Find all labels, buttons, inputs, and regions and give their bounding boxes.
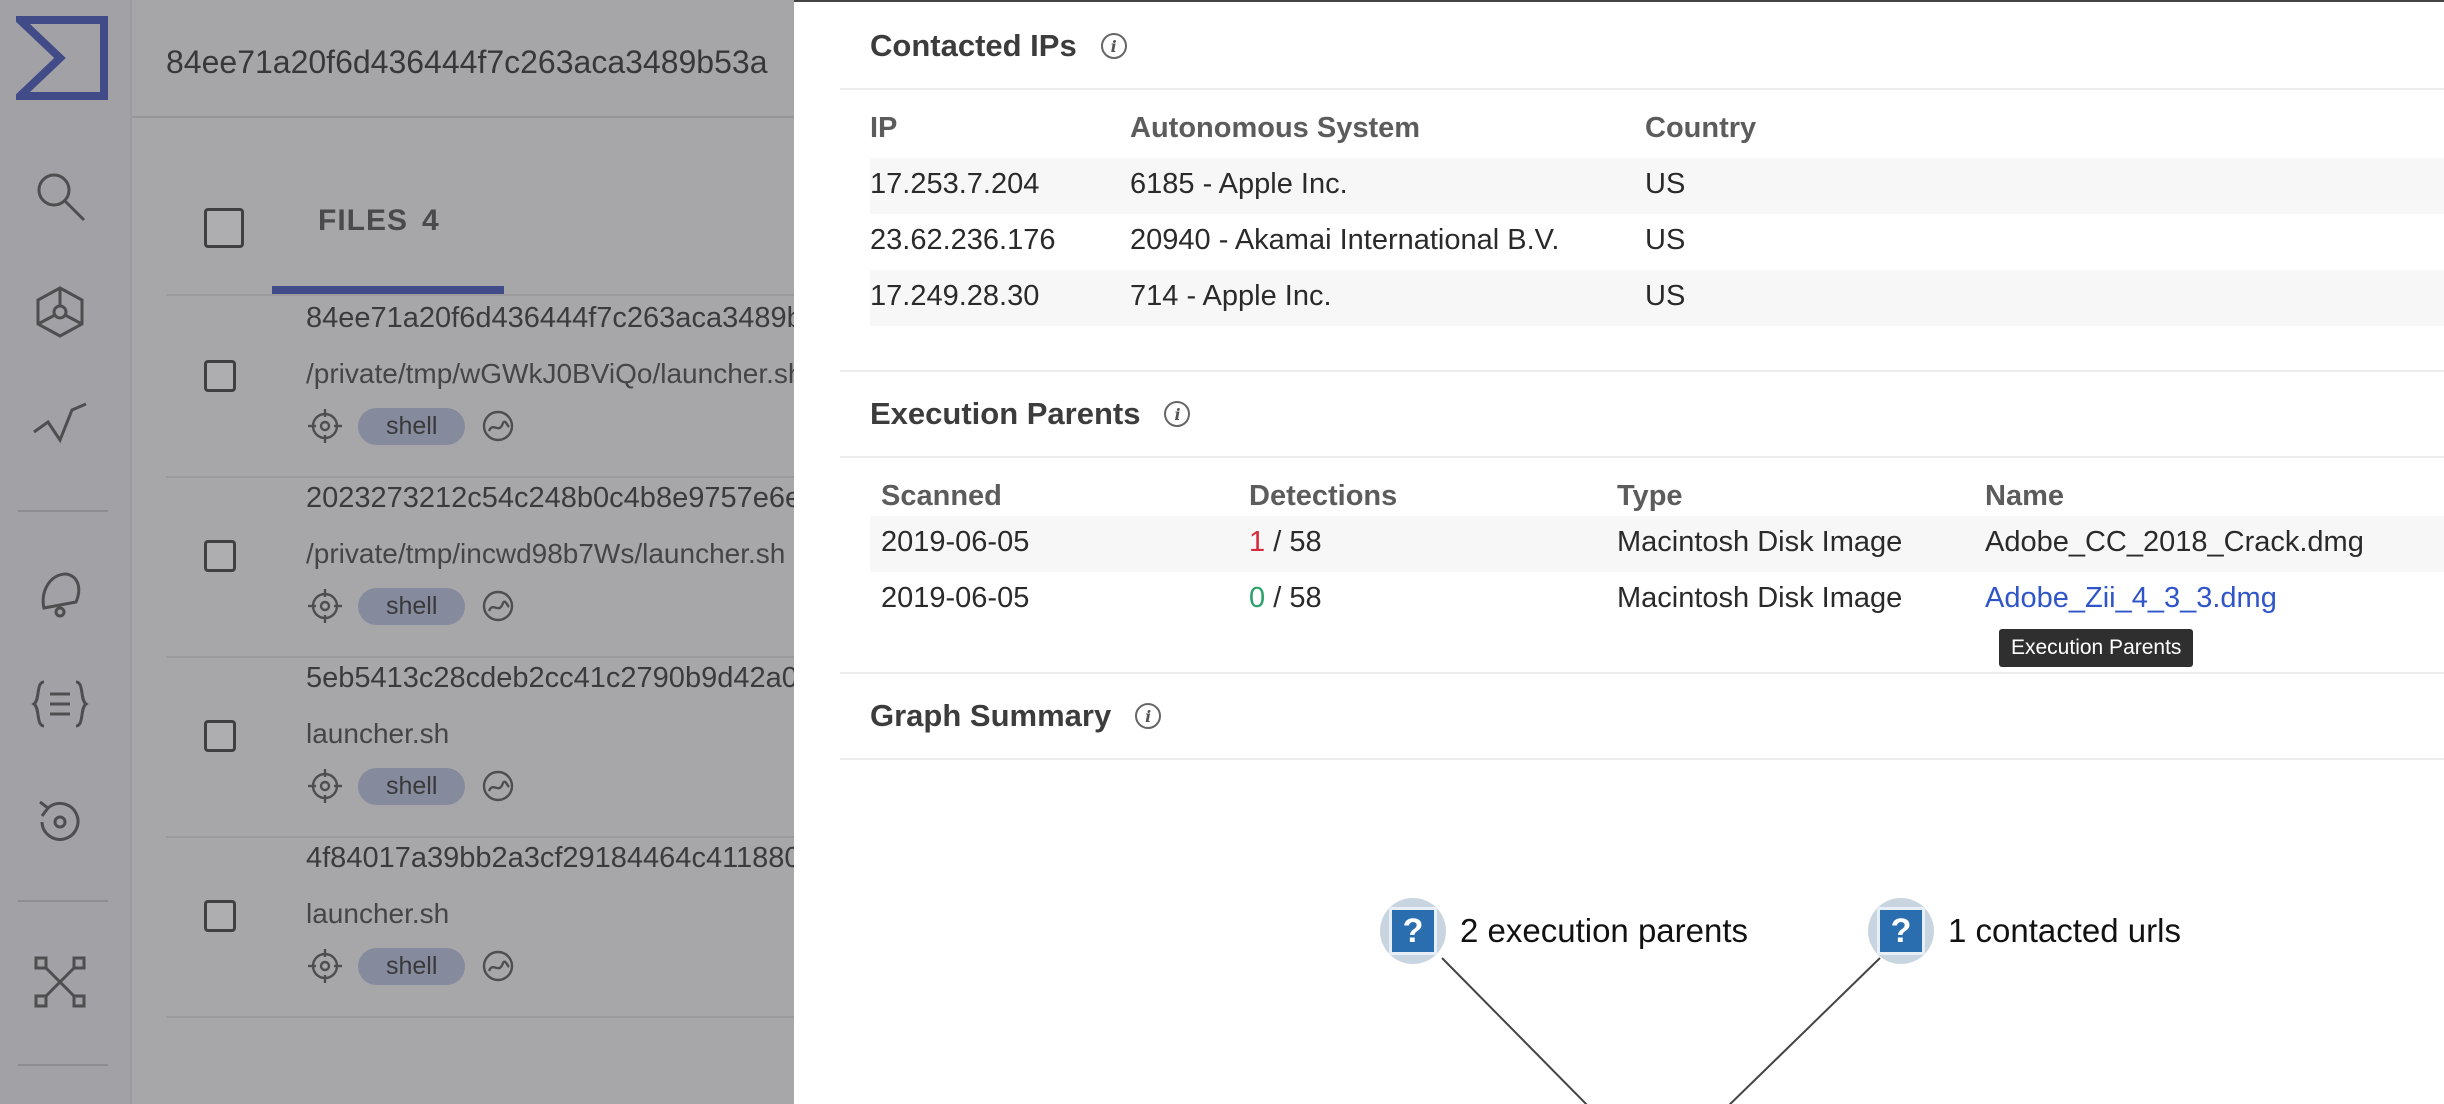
- detections-positive: 0: [1249, 582, 1266, 614]
- col-header-detections: Detections: [1249, 480, 1398, 512]
- divider: [840, 370, 2444, 372]
- type-cell: Macintosh Disk Image: [1617, 526, 1903, 558]
- modal-backdrop[interactable]: [0, 0, 794, 1104]
- name-link[interactable]: Adobe_Zii_4_3_3.dmg: [1985, 582, 2277, 615]
- ip-cell[interactable]: 17.249.28.30: [870, 280, 1039, 313]
- info-icon[interactable]: i: [1135, 703, 1162, 729]
- divider: [840, 672, 2444, 674]
- country-cell: US: [1645, 280, 1686, 312]
- info-icon[interactable]: i: [1164, 401, 1191, 427]
- divider: [840, 456, 2444, 458]
- col-header-as: Autonomous System: [1130, 112, 1421, 144]
- unknown-node-icon[interactable]: ?: [1380, 898, 1446, 964]
- ip-cell[interactable]: 17.253.7.204: [870, 168, 1039, 201]
- divider: [840, 758, 2444, 760]
- detections-total: / 58: [1273, 526, 1322, 558]
- as-cell: 714 - Apple Inc.: [1130, 280, 1332, 312]
- country-cell: US: [1645, 224, 1686, 256]
- table-row[interactable]: 2019-06-05 0 / 58 Macintosh Disk Image A…: [870, 572, 2444, 628]
- unknown-node-icon[interactable]: ?: [1868, 898, 1934, 964]
- section-title: Contacted IPs: [870, 28, 1077, 63]
- contacted-ips-header: Contacted IPs i: [870, 28, 1127, 64]
- col-header-country: Country: [1645, 112, 1757, 144]
- detections-cell: 0 / 58: [1249, 582, 1322, 615]
- detections-total: / 58: [1273, 582, 1322, 614]
- ip-cell[interactable]: 23.62.236.176: [870, 224, 1055, 257]
- type-cell: Macintosh Disk Image: [1617, 582, 1903, 614]
- col-header-name: Name: [1985, 480, 2064, 512]
- table-row[interactable]: 17.249.28.30 714 - Apple Inc. US: [870, 270, 2444, 326]
- graph-summary-header: Graph Summary i: [870, 698, 1162, 734]
- graph-node[interactable]: ? 1 contacted urls: [1868, 898, 2181, 964]
- table-row[interactable]: 2019-06-05 1 / 58 Macintosh Disk Image A…: [870, 516, 2444, 572]
- col-header-ip: IP: [870, 112, 898, 144]
- section-title: Graph Summary: [870, 698, 1112, 733]
- col-header-type: Type: [1617, 480, 1683, 512]
- table-row[interactable]: 17.253.7.204 6185 - Apple Inc. US: [870, 158, 2444, 214]
- graph-node-label: 1 contacted urls: [1948, 912, 2181, 949]
- name-cell[interactable]: Adobe_CC_2018_Crack.dmg: [1985, 526, 2364, 559]
- info-icon[interactable]: i: [1100, 33, 1127, 59]
- tooltip: Execution Parents: [1999, 629, 2194, 667]
- divider: [840, 88, 2444, 90]
- scanned-cell: 2019-06-05: [881, 526, 1030, 558]
- graph-node-label: 2 execution parents: [1460, 912, 1749, 949]
- as-cell: 6185 - Apple Inc.: [1130, 168, 1348, 200]
- scanned-cell: 2019-06-05: [881, 582, 1030, 614]
- section-title: Execution Parents: [870, 396, 1141, 431]
- detections-positive: 1: [1249, 526, 1266, 558]
- details-side-panel: Contacted IPs i IP Autonomous System Cou…: [794, 0, 2444, 1104]
- detections-cell: 1 / 58: [1249, 526, 1322, 559]
- execution-parents-header: Execution Parents i: [870, 396, 1191, 432]
- app-window: 84ee71a20f6d436444f7c263aca3489b53a FILE…: [0, 0, 2444, 1104]
- table-row[interactable]: 23.62.236.176 20940 - Akamai Internation…: [870, 214, 2444, 270]
- as-cell: 20940 - Akamai International B.V.: [1130, 224, 1560, 256]
- col-header-scanned: Scanned: [881, 480, 1002, 512]
- country-cell: US: [1645, 168, 1686, 200]
- graph-node[interactable]: ? 2 execution parents: [1380, 898, 1748, 964]
